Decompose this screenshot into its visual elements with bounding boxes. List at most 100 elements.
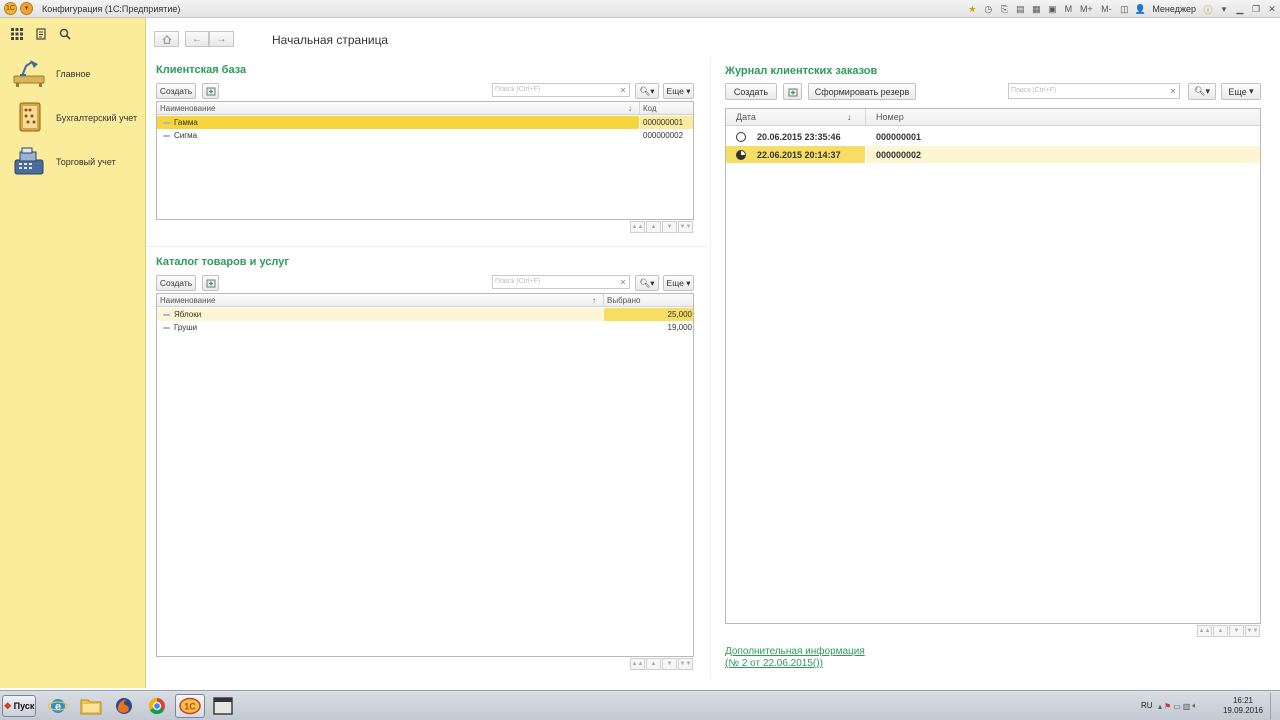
- taskbar-ie[interactable]: e: [43, 694, 73, 718]
- item-icon: [163, 326, 170, 329]
- close-icon[interactable]: ✕: [1265, 2, 1279, 16]
- memory-m-button[interactable]: M: [1061, 2, 1075, 16]
- taskbar-firefox[interactable]: [109, 694, 139, 718]
- chevron-down-icon[interactable]: ▾: [1217, 2, 1231, 16]
- favorites-star-icon[interactable]: ★: [965, 2, 979, 16]
- clients-search-button[interactable]: 🔍︎▾: [635, 83, 659, 99]
- clients-create-button[interactable]: Создать: [156, 83, 196, 99]
- table-row[interactable]: Груши 19,000: [157, 321, 693, 334]
- section-main[interactable]: Главное: [0, 54, 146, 94]
- next-page-icon[interactable]: ▼: [662, 658, 677, 670]
- next-page-icon[interactable]: ▼: [1229, 625, 1244, 637]
- catalog-search-input[interactable]: Поиск (Ctrl+F): [492, 275, 618, 289]
- orders-search-button[interactable]: 🔍︎▾: [1188, 83, 1216, 100]
- first-page-icon[interactable]: ▲▲: [630, 658, 645, 670]
- last-page-icon[interactable]: ▼▼: [678, 658, 693, 670]
- first-page-icon[interactable]: ▲▲: [1197, 625, 1212, 637]
- clients-more-button[interactable]: Еще ▾: [663, 83, 694, 99]
- catalog-add-group-button[interactable]: [202, 275, 219, 291]
- tray-monitor-icon[interactable]: ▭: [1173, 702, 1181, 711]
- print-icon[interactable]: ▤: [1013, 2, 1027, 16]
- catalog-col-selected[interactable]: Выбрано: [604, 294, 693, 306]
- calendar-icon[interactable]: ▣: [1045, 2, 1059, 16]
- memory-plus-button[interactable]: M+: [1077, 2, 1095, 16]
- next-page-icon[interactable]: ▼: [662, 221, 677, 233]
- orders-search-clear-icon[interactable]: ✕: [1167, 83, 1180, 99]
- tray-expand-icon[interactable]: ▴: [1158, 702, 1162, 711]
- table-row[interactable]: 22.06.2015 20:14:37 000000002: [726, 146, 1260, 163]
- catalog-more-button[interactable]: Еще ▾: [663, 275, 694, 291]
- taskbar-chrome[interactable]: [142, 694, 172, 718]
- panels-icon[interactable]: ◫: [1117, 2, 1131, 16]
- orders-create-button[interactable]: Создать: [725, 83, 777, 100]
- add-folder-icon: [206, 87, 215, 96]
- calculator-icon[interactable]: ▦: [1029, 2, 1043, 16]
- clients-search-input[interactable]: Поиск (Ctrl+F): [492, 83, 618, 97]
- catalog-col-name[interactable]: Наименование: [157, 294, 603, 306]
- orders-section-title[interactable]: Журнал клиентских заказов: [725, 65, 877, 77]
- catalog-search-clear-icon[interactable]: ✕: [617, 275, 630, 289]
- extra-info-link[interactable]: Дополнительная информация: [725, 646, 865, 657]
- table-row[interactable]: Гамма 000000001: [157, 116, 693, 129]
- catalog-section-title[interactable]: Каталог товаров и услуг: [156, 256, 289, 268]
- catalog-create-button[interactable]: Создать: [156, 275, 196, 291]
- info-icon[interactable]: ⓘ: [1201, 2, 1215, 16]
- tray-volume-icon[interactable]: 🔈︎: [1192, 701, 1197, 711]
- restore-icon[interactable]: ❐: [1249, 2, 1263, 16]
- orders-table[interactable]: Дата ↓ Номер 20.06.2015 23:35:46 0000000…: [725, 108, 1261, 624]
- search-icon: 🔍︎▾: [1194, 86, 1210, 96]
- start-button[interactable]: ❖ Пуск: [2, 695, 36, 717]
- order-unposted-icon: [736, 132, 746, 142]
- tray-flag-icon[interactable]: ⚑: [1164, 702, 1171, 711]
- window-title-bar: 1С ▾ Конфигурация (1С:Предприятие) ★ ◷ ⎘…: [0, 0, 1280, 18]
- prev-page-icon[interactable]: ▲: [646, 658, 661, 670]
- clients-section-title[interactable]: Клиентская база: [156, 64, 246, 76]
- table-row[interactable]: Сигма 000000002: [157, 129, 693, 142]
- table-row[interactable]: 20.06.2015 23:35:46 000000001: [726, 128, 1260, 145]
- minimize-icon[interactable]: ▁: [1233, 2, 1247, 16]
- links-icon[interactable]: ⎘: [997, 2, 1011, 16]
- home-button[interactable]: [154, 31, 179, 47]
- clients-add-group-button[interactable]: [202, 83, 219, 99]
- table-row[interactable]: Яблоки 25,000: [157, 308, 693, 321]
- first-page-icon[interactable]: ▲▲: [630, 221, 645, 233]
- clients-table-header: Наименование ↓ Код: [157, 102, 693, 115]
- section-accounting[interactable]: Бухгалтерский учет: [0, 98, 146, 138]
- clock-date: 19.09.2016: [1222, 706, 1264, 715]
- current-user[interactable]: Менеджер: [1152, 4, 1196, 14]
- prev-page-icon[interactable]: ▲: [1213, 625, 1228, 637]
- clients-col-name[interactable]: Наименование: [157, 102, 639, 114]
- taskbar-explorer[interactable]: [76, 694, 106, 718]
- orders-search-input[interactable]: Поиск (Ctrl+F): [1008, 83, 1168, 99]
- prev-page-icon[interactable]: ▲: [646, 221, 661, 233]
- form-reserve-button[interactable]: Сформировать резерв: [808, 83, 916, 100]
- clients-search-clear-icon[interactable]: ✕: [617, 83, 630, 97]
- clients-table[interactable]: Наименование ↓ Код Гамма 000000001 Сигма…: [156, 101, 694, 220]
- last-page-icon[interactable]: ▼▼: [678, 221, 693, 233]
- back-button[interactable]: ←: [185, 31, 209, 47]
- orders-copy-button[interactable]: [783, 83, 802, 100]
- section-trade[interactable]: Торговый учет: [0, 142, 146, 182]
- orders-col-number[interactable]: Номер: [873, 109, 973, 125]
- history-documents-icon[interactable]: [34, 27, 48, 41]
- show-desktop-button[interactable]: [1270, 693, 1278, 719]
- app-logo-icon[interactable]: 1С: [4, 2, 17, 15]
- 1c-app-icon: 1С: [179, 697, 201, 715]
- taskbar-clock[interactable]: 16:21 19.09.2016: [1222, 696, 1264, 716]
- keyboard-language[interactable]: RU: [1141, 701, 1153, 710]
- tray-network-icon[interactable]: ▥: [1183, 702, 1191, 711]
- catalog-search-button[interactable]: 🔍︎▾: [635, 275, 659, 291]
- all-functions-grid-icon[interactable]: [10, 27, 24, 41]
- taskbar-1c[interactable]: 1С: [175, 694, 205, 718]
- taskbar-window-app[interactable]: [208, 694, 238, 718]
- main-menu-icon[interactable]: ▾: [20, 2, 33, 15]
- forward-button[interactable]: →: [209, 31, 234, 47]
- history-icon[interactable]: ◷: [981, 2, 995, 16]
- orders-more-button[interactable]: Еще ▾: [1221, 83, 1261, 100]
- memory-minus-button[interactable]: M-: [1097, 2, 1115, 16]
- extra-info-order-link[interactable]: (№ 2 от 22.06.2015()): [725, 658, 823, 669]
- clients-col-code[interactable]: Код: [640, 102, 693, 114]
- last-page-icon[interactable]: ▼▼: [1245, 625, 1260, 637]
- search-icon[interactable]: [58, 27, 72, 41]
- catalog-table[interactable]: Наименование ↑ Выбрано Яблоки 25,000 Гру…: [156, 293, 694, 657]
